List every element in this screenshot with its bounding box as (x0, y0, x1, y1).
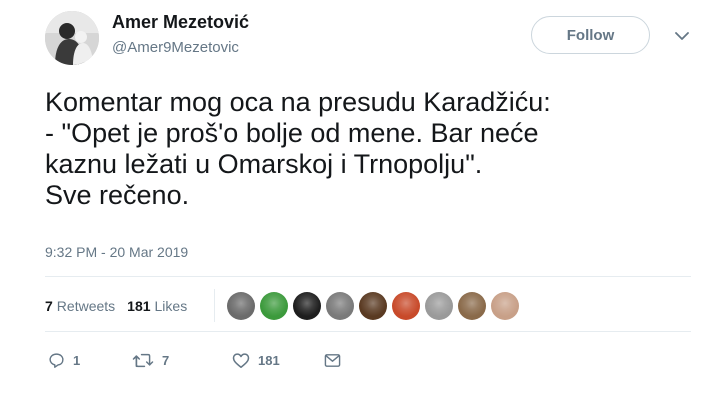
likes-count: 181 (127, 298, 151, 314)
follow-button[interactable]: Follow (531, 16, 650, 54)
liker-avatar[interactable] (392, 292, 420, 320)
author-name[interactable]: Amer Mezetović (112, 12, 249, 33)
retweet-button[interactable]: 7 (132, 352, 232, 369)
liker-avatars (227, 292, 524, 320)
tweet-text-line: Komentar mog oca na presudu Karadžiću: (45, 87, 551, 117)
tweet-timestamp[interactable]: 9:32 PM - 20 Mar 2019 (45, 244, 188, 260)
like-button[interactable]: 181 (232, 352, 324, 369)
author-avatar[interactable] (45, 11, 99, 65)
retweet-icon (132, 353, 154, 367)
divider (45, 276, 691, 277)
liker-avatar[interactable] (359, 292, 387, 320)
chevron-down-icon[interactable] (672, 26, 692, 46)
liker-avatar[interactable] (260, 292, 288, 320)
tweet-text: Komentar mog oca na presudu Karadžiću: -… (45, 87, 695, 211)
liker-avatar[interactable] (326, 292, 354, 320)
retweets-count: 7 (45, 298, 53, 314)
author-handle[interactable]: @Amer9Mezetovic (112, 39, 239, 56)
divider (45, 331, 691, 332)
reply-icon (49, 352, 64, 368)
like-count: 181 (258, 352, 280, 368)
tweet-actions: 1 7 181 (48, 348, 341, 372)
envelope-icon (324, 353, 341, 367)
liker-avatar[interactable] (425, 292, 453, 320)
direct-message-button[interactable] (324, 353, 341, 368)
retweets-label: Retweets (56, 298, 116, 314)
retweets-stat[interactable]: 7 Retweets (45, 298, 115, 314)
author-avatar-image (45, 11, 99, 65)
liker-avatar[interactable] (227, 292, 255, 320)
tweet-text-line: Sve rečeno. (45, 180, 190, 210)
reply-button[interactable]: 1 (48, 352, 132, 369)
retweet-count: 7 (162, 352, 170, 368)
tweet-text-line: kaznu ležati u Omarskoj i Trnopolju". (45, 149, 483, 179)
heart-icon (232, 352, 250, 368)
reply-count: 1 (73, 352, 81, 368)
tweet-stats: 7 Retweets 181 Likes (45, 290, 199, 322)
likes-label: Likes (154, 298, 188, 314)
liker-avatar[interactable] (458, 292, 486, 320)
divider (214, 289, 215, 322)
likes-stat[interactable]: 181 Likes (127, 298, 187, 314)
liker-avatar[interactable] (491, 292, 519, 320)
tweet-text-line: - "Opet je proš'o bolje od mene. Bar neć… (45, 118, 539, 148)
liker-avatar[interactable] (293, 292, 321, 320)
